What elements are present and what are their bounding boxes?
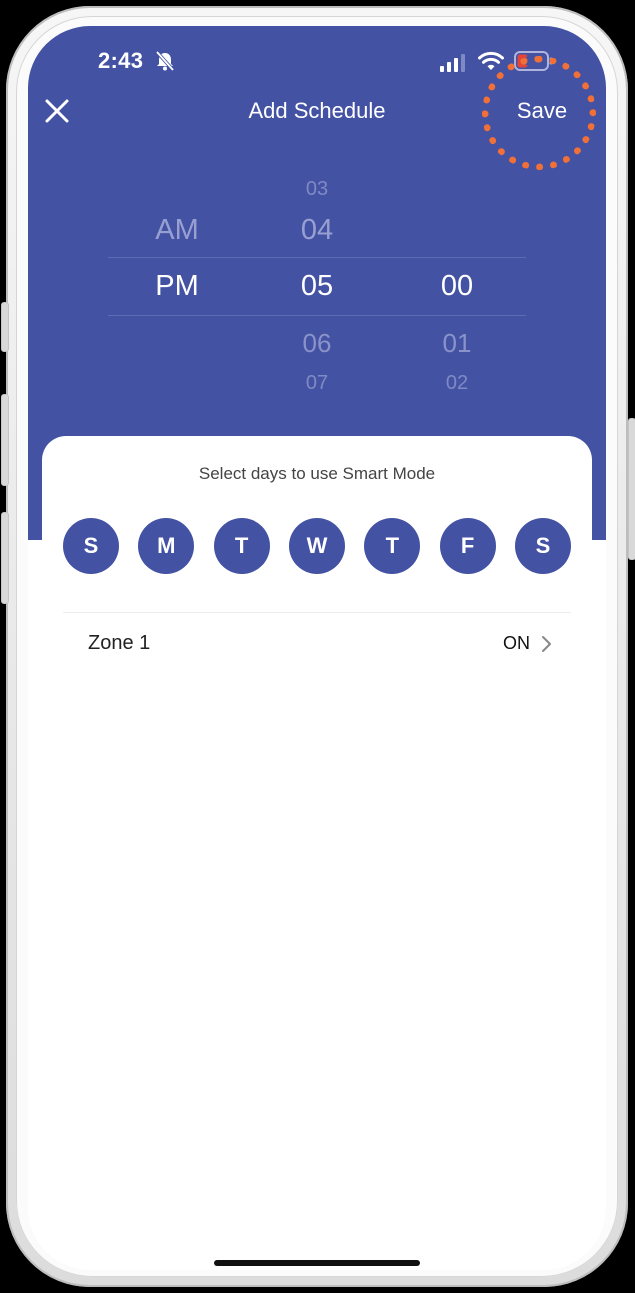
time-picker[interactable]: AM PM 03 04 05 06 07 00 01 02: [28, 166, 606, 406]
day-saturday-button[interactable]: S: [514, 518, 571, 574]
status-time: 2:43: [98, 48, 144, 73]
days-card: Select days to use Smart Mode S M T W T …: [42, 436, 592, 1240]
bell-slash-icon: [155, 50, 175, 72]
wifi-icon: [478, 51, 504, 70]
period-option-am[interactable]: AM: [122, 214, 232, 247]
volume-up-button: [1, 394, 9, 486]
picker-selection-top-line: [108, 257, 526, 258]
day-thursday-button[interactable]: T: [364, 518, 421, 574]
screen: 2:43 29 Add Schedule Save AM PM 03 04 05…: [28, 26, 606, 1270]
minute-selected[interactable]: 00: [402, 270, 512, 303]
days-selector: S M T W T F S: [63, 518, 571, 576]
period-selected[interactable]: PM: [122, 270, 232, 303]
picker-selection-bottom-line: [108, 315, 526, 316]
day-monday-button[interactable]: M: [138, 518, 195, 574]
minute-option[interactable]: 02: [402, 372, 512, 395]
day-sunday-button[interactable]: S: [63, 518, 119, 574]
zone-label: Zone 1: [88, 632, 151, 654]
home-indicator: [214, 1260, 420, 1266]
days-caption: Select days to use Smart Mode: [198, 464, 436, 483]
day-tuesday-button[interactable]: T: [213, 518, 270, 574]
hour-option[interactable]: 03: [262, 178, 372, 201]
day-friday-button[interactable]: F: [439, 518, 496, 574]
hour-option[interactable]: 06: [262, 328, 372, 359]
save-highlight-annotation: [482, 56, 596, 170]
hour-selected[interactable]: 05: [262, 270, 372, 303]
day-wednesday-button[interactable]: W: [288, 518, 345, 574]
power-button: [628, 418, 635, 560]
hour-option[interactable]: 04: [262, 214, 372, 247]
zone-status: ON: [503, 633, 530, 653]
volume-down-button: [1, 512, 9, 604]
chevron-right-icon: [542, 636, 551, 652]
minute-option[interactable]: 01: [402, 328, 512, 359]
zone-row[interactable]: Zone 1 ON: [88, 632, 558, 658]
signal-icon: [440, 54, 465, 72]
hour-option[interactable]: 07: [262, 372, 372, 395]
mute-switch: [1, 302, 9, 352]
divider: [63, 612, 571, 613]
